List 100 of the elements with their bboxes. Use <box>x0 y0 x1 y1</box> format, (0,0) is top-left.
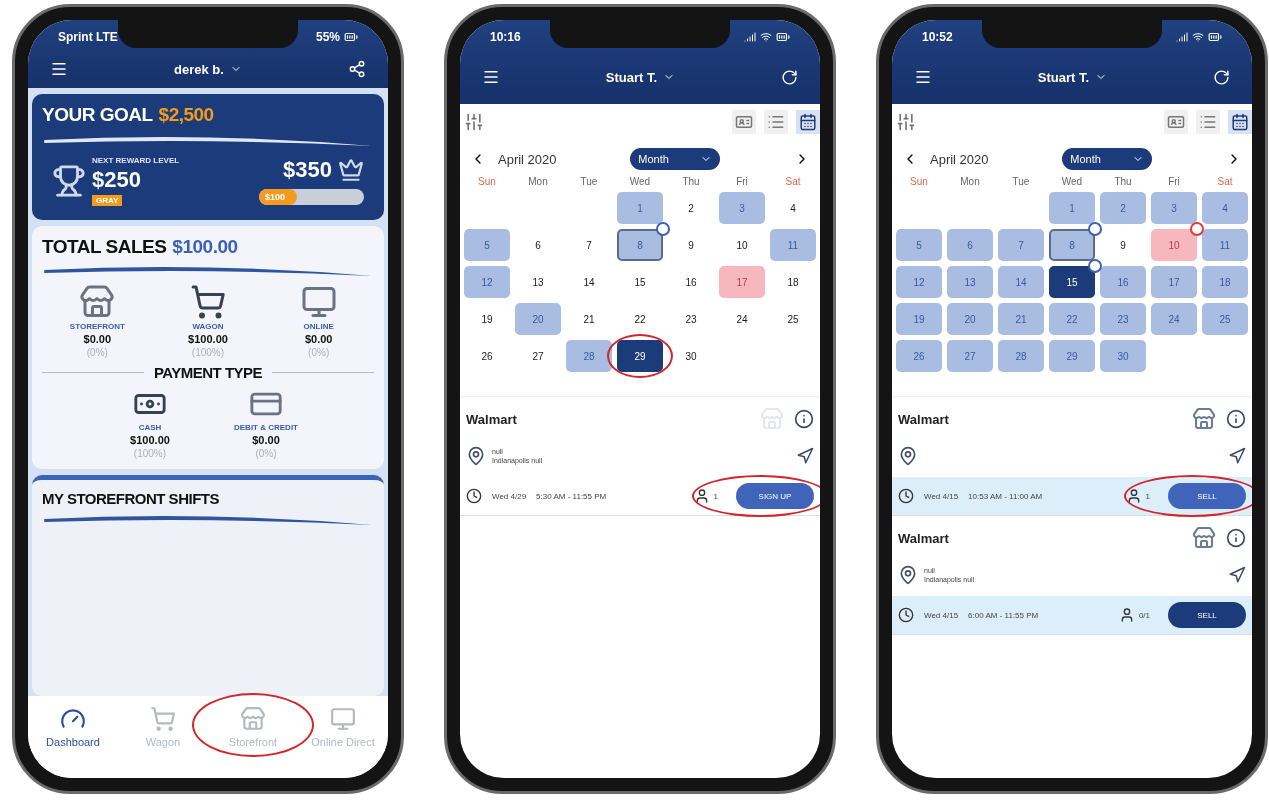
calendar-day[interactable]: 19 <box>464 303 510 335</box>
info-button[interactable] <box>1226 409 1246 429</box>
user-dropdown[interactable]: Stuart T. <box>605 69 676 85</box>
calendar-day[interactable]: 12 <box>464 266 510 298</box>
filter-button[interactable] <box>896 112 916 132</box>
tab[interactable]: Wagon <box>145 702 181 748</box>
calendar-day[interactable]: 2 <box>668 192 714 224</box>
calendar-day[interactable]: 5 <box>464 229 510 261</box>
calendar-day[interactable]: 23 <box>668 303 714 335</box>
calendar-day[interactable]: 1 <box>617 192 663 224</box>
tab[interactable]: Dashboard <box>46 702 100 748</box>
calendar-day[interactable]: 7 <box>998 229 1044 261</box>
profile-view-button[interactable] <box>1164 110 1188 134</box>
tab[interactable]: Online Direct <box>311 702 375 748</box>
calendar-day[interactable]: 12 <box>896 266 942 298</box>
calendar-day[interactable]: 22 <box>1049 303 1095 335</box>
calendar-day[interactable]: 28 <box>998 340 1044 372</box>
calendar-day[interactable]: 26 <box>464 340 510 372</box>
info-button[interactable] <box>794 409 814 429</box>
calendar-day[interactable]: 22 <box>617 303 663 335</box>
calendar-day[interactable]: 9 <box>1100 229 1146 261</box>
menu-button[interactable] <box>914 68 932 86</box>
calendar-day[interactable]: 27 <box>515 340 561 372</box>
carrier-label: Sprint LTE <box>58 30 118 44</box>
calendar-view-button[interactable] <box>1228 110 1252 134</box>
calendar-day[interactable]: 14 <box>566 266 612 298</box>
info-button[interactable] <box>1226 528 1246 548</box>
month-label: April 2020 <box>498 151 557 167</box>
map-pin-icon <box>898 446 918 466</box>
calendar-day[interactable]: 16 <box>1100 266 1146 298</box>
view-dropdown[interactable]: Month <box>630 148 721 170</box>
calendar-day[interactable]: 15 <box>1049 266 1095 298</box>
menu-button[interactable] <box>50 60 68 78</box>
directions-button[interactable] <box>1228 566 1246 584</box>
calendar-day[interactable]: 17 <box>719 266 765 298</box>
clock-icon <box>898 607 914 623</box>
calendar-day[interactable]: 15 <box>617 266 663 298</box>
refresh-button[interactable] <box>781 68 798 86</box>
calendar-day[interactable]: 6 <box>515 229 561 261</box>
user-dropdown[interactable]: derek b. <box>174 61 242 77</box>
action-button[interactable]: SELL <box>1168 602 1246 628</box>
calendar-day[interactable]: 8 <box>1049 229 1095 261</box>
calendar-day[interactable]: 10 <box>1151 229 1197 261</box>
calendar-day[interactable]: 10 <box>719 229 765 261</box>
calendar-day[interactable]: 3 <box>1151 192 1197 224</box>
calendar-day[interactable]: 13 <box>947 266 993 298</box>
calendar-day[interactable]: 2 <box>1100 192 1146 224</box>
calendar-day[interactable]: 9 <box>668 229 714 261</box>
user-dropdown[interactable]: Stuart T. <box>1037 69 1108 85</box>
calendar-day[interactable]: 4 <box>1202 192 1248 224</box>
calendar-day[interactable]: 20 <box>515 303 561 335</box>
calendar-day[interactable]: 17 <box>1151 266 1197 298</box>
calendar-day[interactable]: 8 <box>617 229 663 261</box>
calendar-day[interactable]: 29 <box>1049 340 1095 372</box>
calendar-day[interactable]: 18 <box>1202 266 1248 298</box>
calendar-day[interactable]: 21 <box>566 303 612 335</box>
calendar-day[interactable]: 25 <box>770 303 816 335</box>
calendar-day[interactable]: 14 <box>998 266 1044 298</box>
tab[interactable]: Storefront <box>228 702 278 748</box>
share-button[interactable] <box>348 60 366 78</box>
calendar-day[interactable]: 26 <box>896 340 942 372</box>
list-view-button[interactable] <box>1196 110 1220 134</box>
view-dropdown[interactable]: Month <box>1062 148 1153 170</box>
payment-name: CASH <box>138 423 162 432</box>
calendar-view-button[interactable] <box>796 110 820 134</box>
list-view-button[interactable] <box>764 110 788 134</box>
calendar-day[interactable]: 16 <box>668 266 714 298</box>
calendar-day[interactable]: 29 <box>617 340 663 372</box>
action-button[interactable]: SIGN UP <box>736 483 814 509</box>
refresh-button[interactable] <box>1213 68 1230 86</box>
calendar-day[interactable]: 24 <box>719 303 765 335</box>
profile-view-button[interactable] <box>732 110 756 134</box>
shift-count: 0/1 <box>1138 610 1150 620</box>
calendar-day[interactable]: 21 <box>998 303 1044 335</box>
action-button[interactable]: SELL <box>1168 483 1246 509</box>
calendar-day[interactable]: 11 <box>1202 229 1248 261</box>
directions-button[interactable] <box>1228 447 1246 465</box>
next-level-amount: $250 <box>92 167 142 193</box>
calendar-day[interactable]: 20 <box>947 303 993 335</box>
calendar-day[interactable]: 4 <box>770 192 816 224</box>
calendar-day[interactable]: 28 <box>566 340 612 372</box>
calendar-day[interactable]: 13 <box>515 266 561 298</box>
calendar-day[interactable]: 30 <box>668 340 714 372</box>
calendar-day[interactable]: 11 <box>770 229 816 261</box>
calendar-day[interactable]: 1 <box>1049 192 1095 224</box>
calendar-day[interactable]: 7 <box>566 229 612 261</box>
calendar-day[interactable]: 24 <box>1151 303 1197 335</box>
calendar-day[interactable]: 3 <box>719 192 765 224</box>
calendar-day[interactable]: 30 <box>1100 340 1146 372</box>
menu-button[interactable] <box>482 68 500 86</box>
trophy-icon <box>52 164 86 198</box>
filter-button[interactable] <box>464 112 484 132</box>
calendar-day[interactable]: 25 <box>1202 303 1248 335</box>
calendar-day[interactable]: 5 <box>896 229 942 261</box>
calendar-day[interactable]: 27 <box>947 340 993 372</box>
calendar-day[interactable]: 6 <box>947 229 993 261</box>
calendar-day[interactable]: 18 <box>770 266 816 298</box>
calendar-day[interactable]: 19 <box>896 303 942 335</box>
calendar-day[interactable]: 23 <box>1100 303 1146 335</box>
directions-button[interactable] <box>796 447 814 465</box>
